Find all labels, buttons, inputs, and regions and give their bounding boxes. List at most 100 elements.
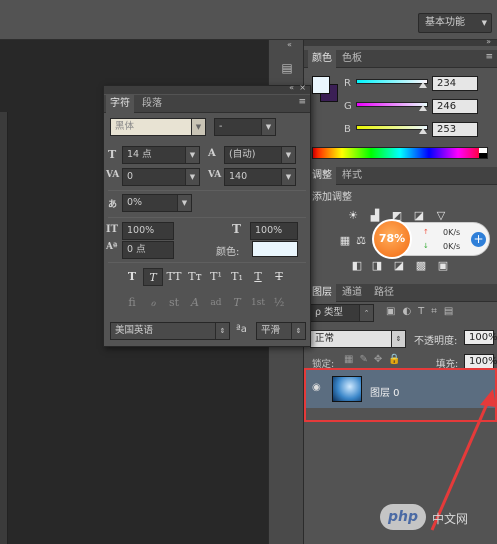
workspace-switcher[interactable]: 基本功能 ▼ [418,13,492,33]
blue-slider[interactable] [356,125,428,130]
gradient-map-icon[interactable]: ▩ [414,259,428,273]
blend-mode-select[interactable]: 正常 ⇕ [310,330,406,348]
baseline-shift-icon: Aª [106,242,118,252]
kerning-value: 0 [127,171,134,182]
plus-icon[interactable]: + [471,232,486,247]
tab-character[interactable]: 字符 [106,95,134,113]
adjust-panel-tabbar: 调整 样式 [304,167,497,185]
chevron-down-icon: ⇕ [391,331,405,347]
color-balance-icon[interactable]: ⚖ [354,234,368,248]
red-slider-thumb[interactable] [419,82,427,88]
blue-value[interactable]: 253 [432,122,478,137]
language-select[interactable]: 美国英语 ⇕ [110,322,230,340]
subscript-button[interactable]: T₁ [227,268,247,286]
tab-swatches[interactable]: 色板 [338,50,366,68]
divider [108,190,306,191]
antialias-label: ªa [236,324,247,335]
underline-button[interactable]: T [248,268,268,286]
color-spectrum-bar[interactable] [312,147,488,159]
selective-color-icon[interactable]: ▣ [436,259,450,273]
fractions-button[interactable]: ½ [269,294,289,312]
tab-paths[interactable]: 路径 [370,284,398,302]
strikethrough-button[interactable]: T [269,268,289,286]
tab-layers[interactable]: 图层 [308,284,336,302]
panel-header-strip: » [304,37,497,46]
horizontal-scale-input[interactable]: 100% [250,222,298,240]
tsume-select[interactable]: 0% ▼ [122,194,192,212]
titling-button[interactable]: T [227,294,247,312]
brightness-icon[interactable]: ☀ [346,209,360,223]
font-size-icon: T [108,148,117,161]
tracking-input[interactable]: 140 ▼ [224,168,296,186]
baseline-shift-input[interactable]: 0 点 [122,241,174,259]
posterize-icon[interactable]: ◨ [370,259,384,273]
red-value[interactable]: 234 [432,76,478,91]
threshold-icon[interactable]: ◪ [392,259,406,273]
faux-italic-button[interactable]: T [143,268,163,286]
invert-icon[interactable]: ◧ [350,259,364,273]
tracking-value: 140 [229,171,248,182]
green-slider[interactable] [356,102,428,107]
vertical-scale-input[interactable]: 100% [122,222,174,240]
foreground-swatch[interactable] [312,76,330,94]
red-slider[interactable] [356,79,428,84]
tab-paragraph[interactable]: 段落 [138,95,166,113]
chevron-down-icon: ⇕ [215,323,229,339]
opacity-value[interactable]: 100% [464,330,497,345]
lock-icons[interactable]: ▦✎✥🔒 [344,354,407,365]
old-style-button[interactable]: ℴ [143,294,163,312]
tab-channels[interactable]: 通道 [338,284,366,302]
char-panel-titlebar[interactable]: « × [104,83,310,94]
filter-icons[interactable]: ▣◐T⌗▤ [386,306,460,317]
superscript-button[interactable]: T¹ [206,268,226,286]
panel-menu-icon[interactable]: ≡ [485,52,493,62]
collapse-arrows-icon[interactable]: » [486,37,491,46]
fill-value[interactable]: 100% [464,354,497,369]
tab-adjustments[interactable]: 调整 [308,167,336,185]
blue-slider-thumb[interactable] [419,128,427,134]
levels-icon[interactable]: ▟ [368,209,382,223]
exposure-icon[interactable]: ◪ [412,209,426,223]
ordinals-button[interactable]: 1st [248,294,268,312]
text-color-swatch[interactable] [252,241,298,257]
panel-menu-icon[interactable]: ≡ [298,97,306,107]
horizontal-scale-value: 100% [255,225,283,236]
layer-filter-select[interactable]: ρ 类型 ⌃ [310,304,374,322]
all-caps-button[interactable]: TT [164,268,184,286]
leading-input[interactable]: (自动) ▼ [224,146,296,164]
swash-button[interactable]: A [185,294,205,312]
layers-panel-tabbar: 图层 通道 路径 [304,284,497,302]
opacity-label: 不透明度: [414,336,458,347]
kerning-select[interactable]: 0 ▼ [122,168,200,186]
faux-bold-button[interactable]: T [122,268,142,286]
green-value[interactable]: 246 [432,99,478,114]
font-family-select[interactable]: 黑体 ▼ [110,118,206,136]
ligature-button[interactable]: fi [122,294,142,312]
close-icon[interactable]: × [299,83,306,92]
chevron-down-icon: ▼ [281,147,295,163]
vertical-scale-value: 100% [127,225,155,236]
adjust-title: 添加调整 [312,192,352,203]
upload-arrow-icon: ↑ [423,228,429,236]
green-slider-thumb[interactable] [419,105,427,111]
small-caps-button[interactable]: Tт [185,268,205,286]
hue-icon[interactable]: ▦ [338,234,352,248]
tab-color[interactable]: 颜色 [308,50,336,68]
font-size-input[interactable]: 14 点 ▼ [122,146,200,164]
antialias-select[interactable]: 平滑 ⇕ [256,322,306,340]
collapse-arrows-icon[interactable]: « [289,83,294,92]
font-style-select[interactable]: - ▼ [214,118,276,136]
chevron-down-icon: ▼ [177,195,191,211]
divider [108,217,306,218]
history-tool-icon[interactable]: ▤ [279,60,295,76]
speed-percent-badge[interactable]: 78% [372,219,412,259]
discretionary-ligature-button[interactable]: st [164,294,184,312]
workspace-label: 基本功能 [425,17,465,28]
stylistic-alternates-button[interactable]: ad [206,294,226,312]
canvas-border [0,112,8,544]
collapse-arrows-icon[interactable]: « [287,40,292,49]
vibrance-icon[interactable]: ▽ [434,209,448,223]
leading-value: (自动) [229,149,256,160]
tab-styles[interactable]: 样式 [338,167,366,185]
color-label: 颜色: [216,247,240,258]
